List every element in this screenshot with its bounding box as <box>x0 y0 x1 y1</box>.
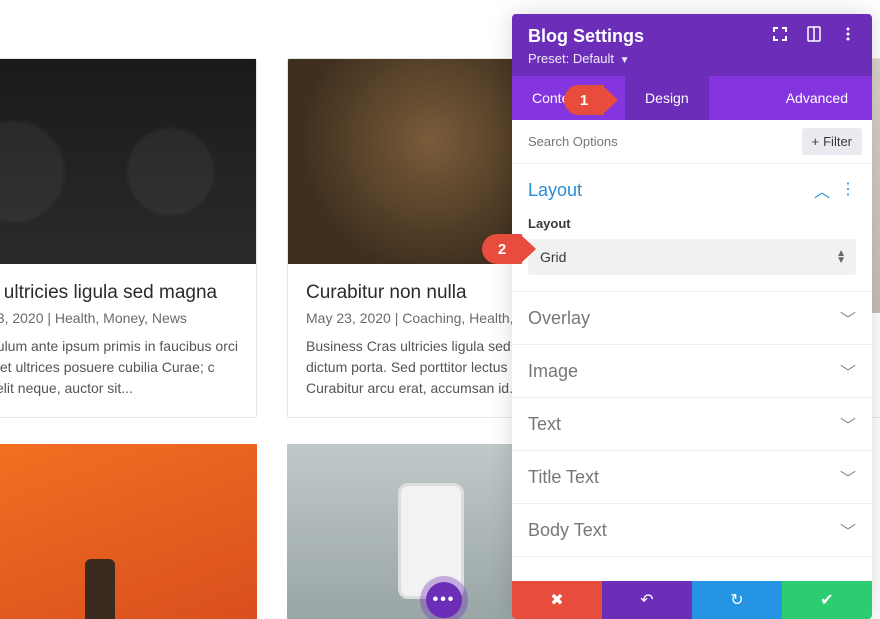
blog-card[interactable]: s ultricies ligula sed magna 23, 2020 | … <box>0 58 257 418</box>
section-header[interactable]: Overlay ﹀ <box>512 292 872 344</box>
layout-select[interactable]: Grid <box>528 239 856 275</box>
blog-cards-row-2 <box>0 444 574 619</box>
blog-card-title[interactable]: s ultricies ligula sed magna <box>0 282 238 304</box>
undo-button[interactable]: ↶ <box>602 581 692 619</box>
panel-header: Blog Settings Preset: Default ▼ <box>512 14 872 76</box>
section-header[interactable]: Layout ︿ ⋮ <box>512 164 872 216</box>
section-overlay: Overlay ﹀ <box>512 292 872 345</box>
section-image: Image ﹀ <box>512 345 872 398</box>
chevron-down-icon: ﹀ <box>840 465 856 489</box>
caret-down-icon: ▼ <box>620 55 630 66</box>
section-text: Text ﹀ <box>512 398 872 451</box>
expand-icon[interactable] <box>772 26 788 47</box>
chevron-down-icon: ﹀ <box>840 518 856 542</box>
check-icon: ✔ <box>820 590 833 610</box>
close-icon: ✖ <box>550 590 563 610</box>
section-body-text: Body Text ﹀ <box>512 504 872 557</box>
redo-icon: ↻ <box>730 590 743 610</box>
section-header[interactable]: Body Text ﹀ <box>512 504 872 556</box>
chevron-up-icon: ︿ <box>814 178 830 202</box>
tab-design[interactable]: Design <box>625 76 709 120</box>
chevron-down-icon: ﹀ <box>840 359 856 383</box>
panel-footer: ✖ ↶ ↻ ✔ <box>512 581 872 619</box>
search-input[interactable] <box>528 134 802 149</box>
chevron-down-icon: ﹀ <box>840 306 856 330</box>
section-layout: Layout ︿ ⋮ Layout Grid ▲▼ <box>512 164 872 292</box>
cancel-button[interactable]: ✖ <box>512 581 602 619</box>
redo-button[interactable]: ↻ <box>692 581 782 619</box>
blog-card-excerpt: pulum ante ipsum primis in faucibus orci… <box>0 336 238 399</box>
blog-card-image[interactable] <box>0 444 257 619</box>
kebab-icon[interactable] <box>840 26 856 47</box>
annotation-marker-1: 1 <box>564 85 604 115</box>
plus-icon: + <box>812 134 820 149</box>
save-button[interactable]: ✔ <box>782 581 872 619</box>
search-row: + Filter <box>512 120 872 164</box>
preset-selector[interactable]: Preset: Default ▼ <box>528 51 856 66</box>
filter-button[interactable]: + Filter <box>802 128 862 155</box>
undo-icon: ↶ <box>640 590 653 610</box>
responsive-icon[interactable] <box>806 26 822 47</box>
panel-body: Layout ︿ ⋮ Layout Grid ▲▼ <box>512 164 872 581</box>
module-options-fab[interactable]: ••• <box>426 582 462 618</box>
annotation-marker-2: 2 <box>482 234 522 264</box>
section-header[interactable]: Title Text ﹀ <box>512 451 872 503</box>
field-label-layout: Layout <box>528 216 856 231</box>
chevron-down-icon: ﹀ <box>840 412 856 436</box>
section-header[interactable]: Text ﹀ <box>512 398 872 450</box>
section-title-text: Title Text ﹀ <box>512 451 872 504</box>
ellipsis-icon: ••• <box>433 591 456 609</box>
panel-title: Blog Settings <box>528 26 644 47</box>
section-header[interactable]: Image ﹀ <box>512 345 872 397</box>
blog-card-meta[interactable]: 23, 2020 | Health, Money, News <box>0 310 238 326</box>
tab-advanced[interactable]: Advanced <box>762 76 872 120</box>
blog-card-image <box>0 59 256 264</box>
